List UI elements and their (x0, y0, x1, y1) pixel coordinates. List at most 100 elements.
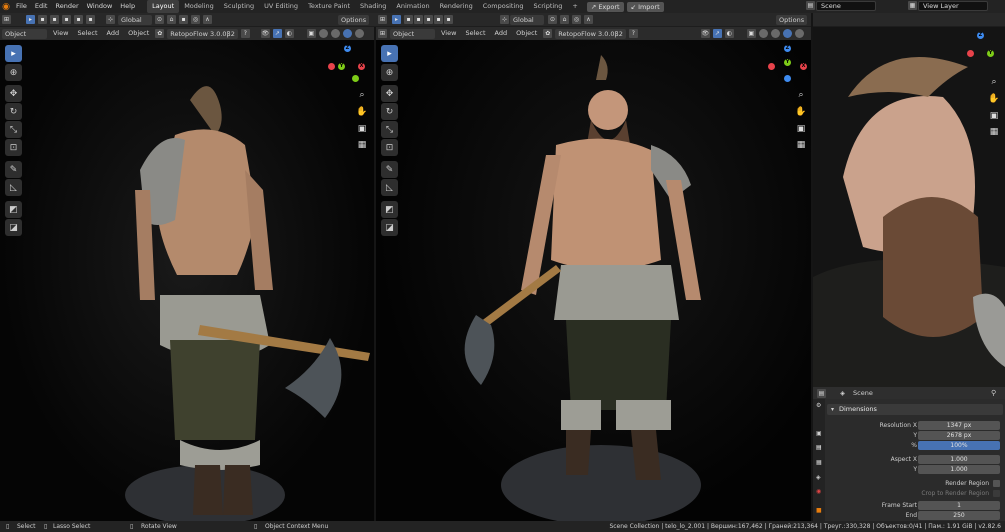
snap-icon[interactable]: ⌂ (167, 15, 176, 24)
rotate-tool-2[interactable]: ↻ (381, 103, 398, 120)
shading-wire-icon-2[interactable] (758, 29, 768, 38)
workspace-tab-shading[interactable]: Shading (355, 0, 391, 13)
shading-wire-icon[interactable] (318, 29, 328, 38)
xray-toggle-icon[interactable]: ▣ (306, 29, 316, 38)
frame-end-field[interactable]: 250 (918, 511, 1000, 520)
camera-viewport[interactable]: Z Y ⌕ ✋ ▣ ▦ (813, 27, 1005, 387)
navigation-gizmo-2[interactable]: Z Y X (768, 45, 808, 85)
menu-render[interactable]: Render (51, 0, 82, 13)
add-object-tool[interactable]: ◪ (5, 219, 22, 236)
snap-target-icon[interactable]: ▪ (179, 15, 188, 24)
proportional-edit-icon-2[interactable]: ◎ (572, 15, 581, 24)
shading-rendered-icon[interactable] (354, 29, 364, 38)
left-retopoflow-dropdown[interactable]: RetopoFlow 3.0.0β2 (167, 28, 238, 39)
z-axis-neg-icon-2[interactable] (784, 75, 791, 82)
menu-edit[interactable]: Edit (31, 0, 52, 13)
transform-orientation-dropdown[interactable]: Global (118, 14, 152, 25)
workspace-tab-rendering[interactable]: Rendering (435, 0, 478, 13)
workspace-tab-scripting[interactable]: Scripting (529, 0, 568, 13)
add-cube-tool-2[interactable]: ◩ (381, 201, 398, 218)
mode-invert-icon[interactable]: ▪ (74, 15, 83, 24)
right-retopoflow-dropdown[interactable]: RetopoFlow 3.0.0β2 (555, 28, 626, 39)
x-axis-icon-3[interactable] (967, 50, 974, 57)
frame-start-field[interactable]: 1 (918, 501, 1000, 510)
mode-extend-icon-2[interactable]: ▪ (414, 15, 423, 24)
editor-type-icon[interactable]: ⊞ (2, 15, 11, 24)
x-axis-icon-2[interactable] (768, 63, 775, 70)
transform-orientation-dropdown-2[interactable]: Global (510, 14, 544, 25)
rotate-tool[interactable]: ↻ (5, 103, 22, 120)
shading-solid-icon[interactable] (330, 29, 340, 38)
menu-file[interactable]: File (12, 0, 31, 13)
x-axis-icon[interactable] (328, 63, 335, 70)
measure-tool-2[interactable]: ◺ (381, 179, 398, 196)
falloff-icon-2[interactable]: ∧ (584, 15, 593, 24)
select-box-tool[interactable]: ▸ (5, 45, 22, 62)
aspect-x-field[interactable]: 1.000 (918, 455, 1000, 464)
left-menu-view[interactable]: View (50, 27, 71, 40)
snap-icon-2[interactable]: ⌂ (560, 15, 569, 24)
options-dropdown-left[interactable]: Options (338, 14, 370, 25)
workspace-tab-texture-paint[interactable]: Texture Paint (303, 0, 355, 13)
z-axis-icon-3[interactable]: Z (977, 32, 984, 39)
proportional-edit-icon[interactable]: ◎ (191, 15, 200, 24)
left-3d-viewport[interactable]: ▸ ⊕ ✥ ↻ ⤡ ⊡ ✎ ◺ ◩ ◪ Z Y X ⌕ ✋ ▣ ▦ (0, 40, 374, 521)
visibility-icon-2[interactable]: 👁 (700, 29, 710, 38)
annotate-tool[interactable]: ✎ (5, 161, 22, 178)
workspace-tab-compositing[interactable]: Compositing (478, 0, 529, 13)
right-menu-select[interactable]: Select (462, 27, 488, 40)
aspect-y-field[interactable]: 1.000 (918, 465, 1000, 474)
blender-logo-icon[interactable]: ◉ (0, 0, 12, 13)
workspace-tab-animation[interactable]: Animation (391, 0, 434, 13)
pan-hand-icon-2[interactable]: ✋ (794, 107, 808, 117)
options-dropdown-right[interactable]: Options (776, 14, 808, 25)
y-axis-neg-icon[interactable] (352, 75, 359, 82)
dimensions-panel-header[interactable]: ▾ Dimensions (827, 404, 1003, 415)
add-object-tool-2[interactable]: ◪ (381, 219, 398, 236)
pan-hand-icon[interactable]: ✋ (355, 107, 369, 117)
resolution-percent-slider[interactable]: 100% (918, 441, 1000, 450)
move-tool-2[interactable]: ✥ (381, 85, 398, 102)
mode-extend-icon[interactable]: ▪ (50, 15, 59, 24)
pivot-icon-2[interactable]: ⊙ (548, 15, 557, 24)
menu-help[interactable]: Help (116, 0, 139, 13)
mode-intersect-icon[interactable]: ▪ (86, 15, 95, 24)
y-axis-icon[interactable]: Y (338, 63, 345, 70)
left-mode-dropdown[interactable]: Object Mode (2, 28, 47, 48)
mode-intersect-icon-2[interactable]: ▪ (444, 15, 453, 24)
annotate-tool-2[interactable]: ✎ (381, 161, 398, 178)
camera-icon[interactable]: ▣ (355, 124, 369, 134)
left-menu-object[interactable]: Object (125, 27, 152, 40)
workspace-tab-layout[interactable]: Layout (147, 0, 180, 13)
pin-icon[interactable]: ⚲ (991, 387, 996, 399)
workspace-tab-uv-editing[interactable]: UV Editing (259, 0, 303, 13)
shading-rendered-icon-2[interactable] (794, 29, 804, 38)
mode-new-icon-2[interactable]: ▪ (404, 15, 413, 24)
grid-toggle-icon[interactable]: ▦ (355, 140, 369, 150)
import-button[interactable]: ↙ Import (626, 1, 664, 12)
editor-type-icon-4[interactable]: ▤ (817, 389, 826, 398)
falloff-icon[interactable]: ∧ (203, 15, 212, 24)
help-icon-2[interactable]: ? (628, 29, 638, 38)
shading-material-icon[interactable] (342, 29, 352, 38)
cursor-tool[interactable]: ⊕ (5, 64, 22, 81)
y-axis-icon-2[interactable]: Y (784, 59, 791, 66)
mode-subtract-icon-2[interactable]: ▪ (424, 15, 433, 24)
right-mode-dropdown[interactable]: Object Mode (390, 28, 435, 48)
render-region-checkbox[interactable] (993, 480, 1000, 487)
camera-icon-3[interactable]: ▣ (987, 111, 1001, 121)
workspace-tab-modeling[interactable]: Modeling (179, 0, 219, 13)
menu-window[interactable]: Window (83, 0, 117, 13)
shading-solid-icon-2[interactable] (770, 29, 780, 38)
shading-material-icon-2[interactable] (782, 29, 792, 38)
pivot-icon[interactable]: ⊙ (155, 15, 164, 24)
navigation-gizmo-3[interactable]: Z Y (961, 32, 1001, 72)
export-button[interactable]: ↗ Export (586, 1, 624, 12)
camera-icon-2[interactable]: ▣ (794, 124, 808, 134)
add-cube-tool[interactable]: ◩ (5, 201, 22, 218)
navigation-gizmo[interactable]: Z Y X (328, 45, 368, 85)
left-menu-select[interactable]: Select (74, 27, 100, 40)
visibility-icon[interactable]: 👁 (260, 29, 270, 38)
resolution-y-field[interactable]: 2678 px (918, 431, 1000, 440)
grid-toggle-icon-2[interactable]: ▦ (794, 140, 808, 150)
